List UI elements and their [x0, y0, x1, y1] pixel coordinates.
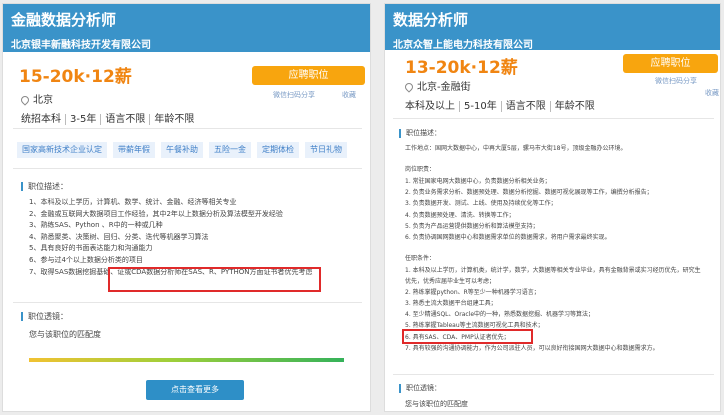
divider — [13, 128, 362, 129]
requirement-age: 年龄不限 — [149, 114, 199, 125]
requirements: 统招本科 3-5年 语言不限 年龄不限 — [21, 110, 199, 125]
favorite-link[interactable]: 收藏 — [342, 90, 356, 100]
requirement-experience: 5-10年 — [459, 101, 501, 112]
highlight-box — [402, 329, 533, 344]
highlight-box — [108, 267, 321, 292]
list-item: 5、具有良好的书面表达能力和沟通能力 — [29, 244, 153, 253]
location-pin-icon — [403, 81, 415, 93]
benefit-tag: 节日礼物 — [305, 142, 347, 158]
location: 北京-金融街 — [403, 78, 471, 93]
salary: 15-20k·12薪 — [19, 67, 132, 87]
benefit-tag: 定期体检 — [257, 142, 299, 158]
description-title: 职位描述： — [399, 129, 441, 138]
job-title: 金融数据分析师 — [11, 11, 117, 29]
requirement-experience: 3-5年 — [65, 114, 101, 125]
list-item: 5. 负责为产品运营提供数据分析和算法模型支持； — [405, 222, 539, 230]
benefit-tag: 五险一金 — [209, 142, 251, 158]
qualifications-title: 任职条件： — [405, 255, 436, 262]
description-title: 职位描述： — [21, 182, 68, 191]
requirements: 本科及以上 5-10年 语言不限 年龄不限 — [405, 97, 599, 112]
list-item: 7. 具有较强的沟通协调能力，作为公司派驻人员，可以良好衔接国网大数据中心和数据… — [405, 344, 659, 352]
benefit-tags: 国家高新技术企业认定 带薪年假 午餐补助 五险一金 定期体检 节日礼物 — [17, 137, 353, 158]
job-card-left: 金融数据分析师 北京银丰新融科技开发有限公司 15-20k·12薪 应聘职位 微… — [2, 3, 371, 412]
work-location: 工作地点：国网大数据中心，中再大厦5层，骡马市大街18号，顶级金融办公环境。 — [405, 145, 627, 152]
apply-button[interactable]: 应聘职位 — [623, 54, 718, 73]
list-item: 3. 熟悉主流大数据平台组建工具； — [405, 300, 497, 308]
list-item: 1. 本科及以上学历，计算机类，统计学，数学，大数据等相关专业毕业，具有金融背景… — [405, 267, 701, 274]
salary: 13-20k·12薪 — [405, 58, 518, 78]
location: 北京 — [19, 91, 53, 106]
requirement-education: 统招本科 — [21, 114, 61, 125]
duties-title: 岗位职责： — [405, 166, 436, 173]
list-item: 1. 常驻国家电网大数据中心，负责数据分析相关业务； — [405, 178, 551, 185]
divider — [393, 374, 714, 375]
benefit-tag: 带薪年假 — [113, 142, 155, 158]
requirement-language: 语言不限 — [100, 114, 150, 125]
company-name[interactable]: 北京众智上能电力科技有限公司 — [393, 36, 712, 51]
favorite-link[interactable]: 收藏 — [705, 88, 719, 98]
job-header: 数据分析师 北京众智上能电力科技有限公司 — [385, 4, 720, 51]
benefit-tag: 国家高新技术企业认定 — [17, 142, 107, 158]
match-bar — [29, 358, 344, 362]
job-card-right: 数据分析师 北京众智上能电力科技有限公司 13-20k·12薪 应聘职位 微信扫… — [384, 3, 721, 412]
match-text: 您与该职位的匹配度 — [405, 400, 468, 408]
description-list: 1、本科及以上学历，计算机、数学、统计、金融、经济等相关专业 2、金融或互联网大… — [29, 197, 313, 278]
list-item: 2、金融或互联网大数据项目工作经验，其中2年以上数据分析及算法模型开发经验 — [29, 209, 283, 218]
divider — [393, 118, 714, 119]
list-item: 优先，优秀应届毕业生可以考虑； — [405, 278, 496, 286]
list-item: 2. 负责业务需求分析、数据预处理、数据分析挖掘、数据可视化展现等工作，编撰分析… — [405, 189, 653, 197]
wechat-share-link[interactable]: 微信扫码分享 — [655, 76, 697, 86]
match-title: 职位透镜： — [21, 312, 68, 321]
list-item: 6. 负责协调国网数据中心和数据需求单位的数据需求，将用户需求最终实现。 — [405, 234, 611, 242]
list-item: 4. 至少精通SQL、Oracle中的一种，熟悉数据挖掘、机器学习等算法； — [405, 311, 595, 319]
requirement-education: 本科及以上 — [405, 101, 455, 112]
location-pin-icon — [19, 94, 31, 106]
list-item: 2. 熟练掌握python、R等至少一种机器学习语言； — [405, 289, 540, 297]
location-text: 北京-金融街 — [417, 82, 471, 93]
job-title: 数据分析师 — [393, 11, 469, 29]
apply-button[interactable]: 应聘职位 — [252, 66, 365, 85]
list-item: 3. 负责数据开发、测试、上线、使用及持续优化等工作； — [405, 200, 557, 208]
list-item: 3、熟练SAS、Python 、R中的一种或几种 — [29, 221, 163, 230]
wechat-share-link[interactable]: 微信扫码分享 — [273, 90, 315, 100]
divider — [13, 168, 362, 169]
match-text: 您与该职位的匹配度 — [29, 330, 101, 339]
list-item: 4、熟悉聚类、决策树、回归、分类、迭代等机器学习算法 — [29, 232, 209, 241]
company-name[interactable]: 北京银丰新融科技开发有限公司 — [11, 36, 362, 51]
divider — [13, 302, 362, 303]
match-title: 职位透镜： — [399, 384, 441, 393]
job-header: 金融数据分析师 北京银丰新融科技开发有限公司 — [3, 4, 370, 52]
requirement-age: 年龄不限 — [549, 101, 599, 112]
location-text: 北京 — [33, 95, 53, 106]
duties-list: 1. 常驻国家电网大数据中心，负责数据分析相关业务； 2. 负责业务需求分析、数… — [405, 176, 653, 243]
list-item: 4. 负责数据预处理、清洗、转换等工作； — [405, 211, 515, 219]
benefit-tag: 午餐补助 — [161, 142, 203, 158]
list-item: 1、本科及以上学历，计算机、数学、统计、金融、经济等相关专业 — [29, 198, 237, 206]
list-item: 6、参与过4个以上数据分析类的项目 — [29, 255, 143, 264]
requirement-language: 语言不限 — [500, 101, 550, 112]
view-more-button[interactable]: 点击查看更多 — [146, 380, 244, 400]
